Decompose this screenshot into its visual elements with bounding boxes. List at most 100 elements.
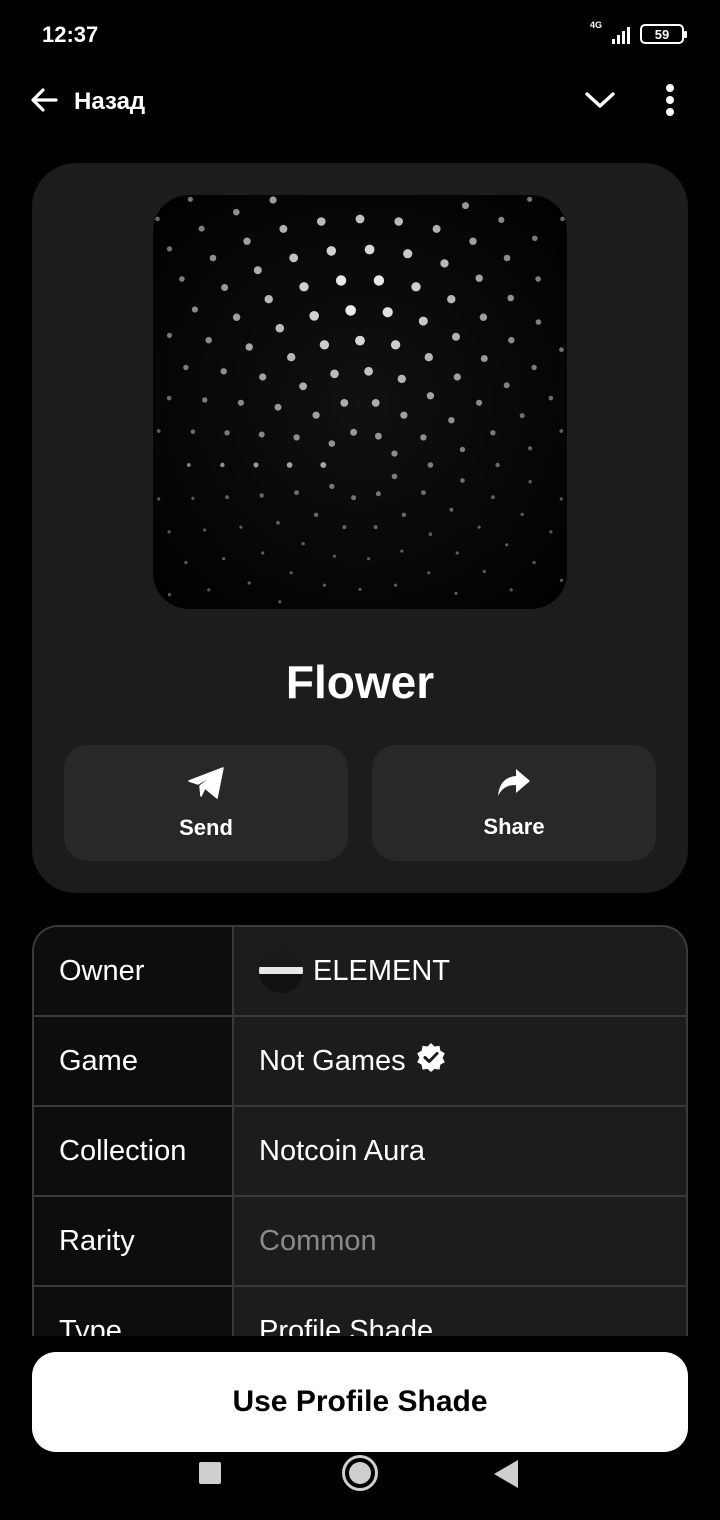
item-card: Flower Send Share <box>32 163 688 893</box>
pattern-dot <box>330 369 339 379</box>
pattern-dot <box>239 525 243 529</box>
pattern-dot <box>205 337 212 344</box>
detail-value: Common <box>259 1224 377 1257</box>
pattern-dot <box>258 431 265 438</box>
back-button[interactable]: Назад <box>28 82 145 122</box>
pattern-dot <box>548 395 554 401</box>
use-profile-shade-button[interactable]: Use Profile Shade <box>32 1352 688 1452</box>
pattern-dot <box>559 497 563 501</box>
detail-key: Collection <box>34 1107 234 1195</box>
pattern-dot <box>476 399 483 406</box>
status-bar: 12:37 4G 59 <box>0 0 720 70</box>
system-nav-bar <box>0 1452 720 1520</box>
pattern-dot <box>426 392 435 400</box>
pattern-dot <box>531 364 537 371</box>
pattern-dot <box>322 583 326 587</box>
pattern-dot <box>519 413 525 419</box>
pattern-dot <box>222 557 226 561</box>
pattern-dot <box>447 295 456 304</box>
pattern-dot <box>224 430 230 436</box>
pattern-dot <box>167 530 171 534</box>
pattern-dot <box>507 294 514 302</box>
more-vertical-icon <box>665 83 675 121</box>
detail-row-rarity: Rarity Common <box>34 1197 686 1287</box>
pattern-dot <box>191 496 195 500</box>
verified-badge-icon <box>416 1042 446 1080</box>
detail-key: Owner <box>34 927 234 1015</box>
pattern-dot <box>312 411 320 419</box>
pattern-dot <box>328 440 336 447</box>
pattern-dot <box>269 196 277 204</box>
collapse-button[interactable] <box>580 84 620 120</box>
pattern-dot <box>532 235 538 242</box>
pattern-dot <box>559 429 564 433</box>
pattern-dot <box>394 217 403 226</box>
pattern-dot <box>299 282 309 292</box>
pattern-dot <box>209 254 217 262</box>
pattern-dot <box>475 274 483 282</box>
pattern-dot <box>179 276 185 282</box>
pattern-dot <box>491 495 495 500</box>
pattern-dot <box>326 246 337 256</box>
collection-link[interactable]: Notcoin Aura <box>234 1107 686 1195</box>
pattern-dot <box>559 578 564 582</box>
battery-icon: 59 <box>640 24 687 44</box>
pattern-dot <box>293 434 300 441</box>
pattern-dot <box>166 332 173 338</box>
pattern-dot <box>274 403 282 411</box>
pattern-dot <box>391 473 398 480</box>
pattern-dot <box>400 411 408 419</box>
pattern-dot <box>247 581 251 585</box>
pattern-dot <box>264 295 273 304</box>
pattern-dot <box>509 588 513 592</box>
pattern-dot <box>559 347 564 353</box>
pattern-dot <box>482 569 486 574</box>
pattern-dot <box>397 374 406 384</box>
pattern-dot <box>371 399 380 407</box>
pattern-dot <box>508 337 515 344</box>
pattern-dot <box>394 583 398 587</box>
share-label: Share <box>483 813 545 839</box>
pattern-dot <box>469 237 477 245</box>
pattern-dot <box>427 462 434 468</box>
pattern-dot <box>317 217 326 226</box>
pattern-dot <box>286 462 293 468</box>
home-icon[interactable] <box>342 1455 378 1491</box>
pattern-dot <box>527 196 533 202</box>
pattern-dot <box>428 532 433 536</box>
pattern-dot <box>261 551 265 555</box>
pattern-dot <box>237 399 244 406</box>
share-button[interactable]: Share <box>372 745 656 861</box>
owner-link[interactable]: ELEMENT <box>234 927 686 1015</box>
pattern-dot <box>279 224 288 233</box>
pattern-dot <box>454 591 458 595</box>
send-button[interactable]: Send <box>64 745 348 861</box>
pattern-dot <box>364 366 373 376</box>
recent-apps-icon[interactable] <box>199 1462 221 1484</box>
pattern-dot <box>320 462 327 468</box>
more-button[interactable] <box>652 82 688 122</box>
item-title: Flower <box>285 656 435 708</box>
pattern-dot <box>203 528 207 532</box>
pattern-dot <box>391 450 398 457</box>
pattern-dot <box>157 497 161 501</box>
chevron-down-icon <box>584 90 616 115</box>
back-icon[interactable] <box>494 1460 518 1488</box>
detail-value: Profile Shade <box>259 1314 434 1337</box>
game-link[interactable]: Not Games <box>234 1017 686 1105</box>
pattern-dot <box>549 530 553 534</box>
pattern-dot <box>345 305 356 316</box>
pattern-dot <box>166 395 172 401</box>
pattern-dot <box>421 490 426 495</box>
pattern-dot <box>190 429 196 434</box>
detail-row-owner: Owner ELEMENT <box>34 927 686 1017</box>
rarity-value: Common <box>234 1197 686 1285</box>
pattern-dot <box>420 434 427 441</box>
pattern-dot <box>375 491 381 497</box>
primary-button-label: Use Profile Shade <box>232 1385 488 1418</box>
pattern-dot <box>207 588 211 592</box>
pattern-dot <box>448 417 455 424</box>
pattern-dot <box>294 490 299 495</box>
pattern-dot <box>278 600 282 604</box>
pattern-dot <box>245 343 253 351</box>
